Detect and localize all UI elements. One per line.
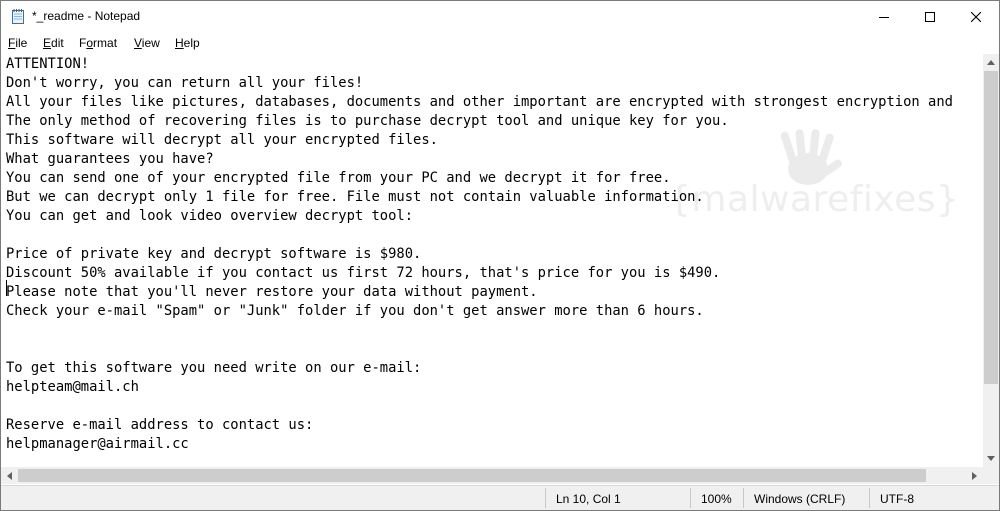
text-line: You can send one of your encrypted file …: [6, 170, 671, 186]
text-line: The only method of recovering files is t…: [6, 113, 729, 129]
status-divider: [743, 488, 744, 508]
minimize-icon: [879, 16, 889, 18]
text-line: Reserve e-mail address to contact us:: [6, 417, 314, 433]
maximize-button[interactable]: [907, 1, 953, 32]
menu-bar: File Edit Format View Help: [1, 33, 999, 54]
text-line: You can get and look video overview decr…: [6, 208, 414, 224]
vertical-scrollbar[interactable]: [983, 54, 999, 467]
menu-file[interactable]: File: [8, 36, 27, 50]
text-line: ATTENTION!: [6, 56, 90, 72]
text-line: helpteam@mail.ch: [6, 379, 139, 395]
status-divider: [869, 488, 870, 508]
title-bar[interactable]: *_readme - Notepad: [1, 1, 999, 33]
text-line: Discount 50% available if you contact us…: [6, 265, 721, 281]
text-line: Please note that you'll never restore yo…: [6, 284, 538, 300]
scroll-right-arrow-icon: [971, 471, 977, 480]
text-line: What guarantees you have?: [6, 151, 214, 167]
scroll-up-button[interactable]: [983, 54, 999, 71]
status-bar: Ln 10, Col 1 100% Windows (CRLF) UTF-8: [1, 485, 999, 510]
scroll-down-button[interactable]: [983, 450, 999, 467]
text-line: Check your e-mail "Spam" or "Junk" folde…: [6, 303, 704, 319]
text-line: All your files like pictures, databases,…: [6, 94, 953, 110]
scroll-left-button[interactable]: [1, 467, 17, 484]
vertical-scroll-thumb[interactable]: [984, 71, 998, 384]
scroll-right-button[interactable]: [966, 467, 982, 484]
watermark-text: {malwarefixes}: [668, 179, 960, 220]
text-caret: [6, 280, 7, 296]
cursor-position: Ln 10, Col 1: [556, 492, 621, 506]
text-line: To get this software you need write on o…: [6, 360, 422, 376]
line-ending: Windows (CRLF): [754, 492, 846, 506]
text-line: helpmanager@airmail.cc: [6, 436, 189, 452]
horizontal-scrollbar[interactable]: [1, 467, 983, 484]
menu-help[interactable]: Help: [175, 36, 200, 50]
text-line: But we can decrypt only 1 file for free.…: [6, 189, 704, 205]
text-line: Don't worry, you can return all your fil…: [6, 75, 364, 91]
close-button[interactable]: [953, 1, 999, 32]
text-line: Price of private key and decrypt softwar…: [6, 246, 422, 262]
text-editor[interactable]: {malwarefixes} ATTENTION! Don't worry, yo…: [1, 54, 983, 467]
encoding: UTF-8: [880, 492, 914, 506]
malwarefixes-watermark: {malwarefixes}: [665, 129, 983, 239]
zoom-level: 100%: [701, 492, 732, 506]
close-icon: [971, 11, 981, 22]
menu-edit[interactable]: Edit: [43, 36, 64, 50]
notepad-app-icon[interactable]: [10, 8, 26, 24]
scroll-left-arrow-icon: [6, 471, 12, 480]
text-line: This software will decrypt all your encr…: [6, 132, 438, 148]
scrollbar-corner: [983, 467, 999, 484]
horizontal-scroll-thumb[interactable]: [18, 469, 926, 482]
notepad-window: *_readme - Notepad File Edit Format View…: [0, 0, 1000, 511]
menu-view[interactable]: View: [134, 36, 160, 50]
minimize-button[interactable]: [861, 1, 907, 32]
scroll-down-arrow-icon: [987, 456, 995, 461]
menu-format[interactable]: Format: [79, 36, 117, 50]
status-divider: [545, 488, 546, 508]
window-title: *_readme - Notepad: [32, 9, 141, 23]
status-divider: [690, 488, 691, 508]
maximize-icon: [925, 11, 935, 22]
scroll-up-arrow-icon: [987, 60, 995, 65]
